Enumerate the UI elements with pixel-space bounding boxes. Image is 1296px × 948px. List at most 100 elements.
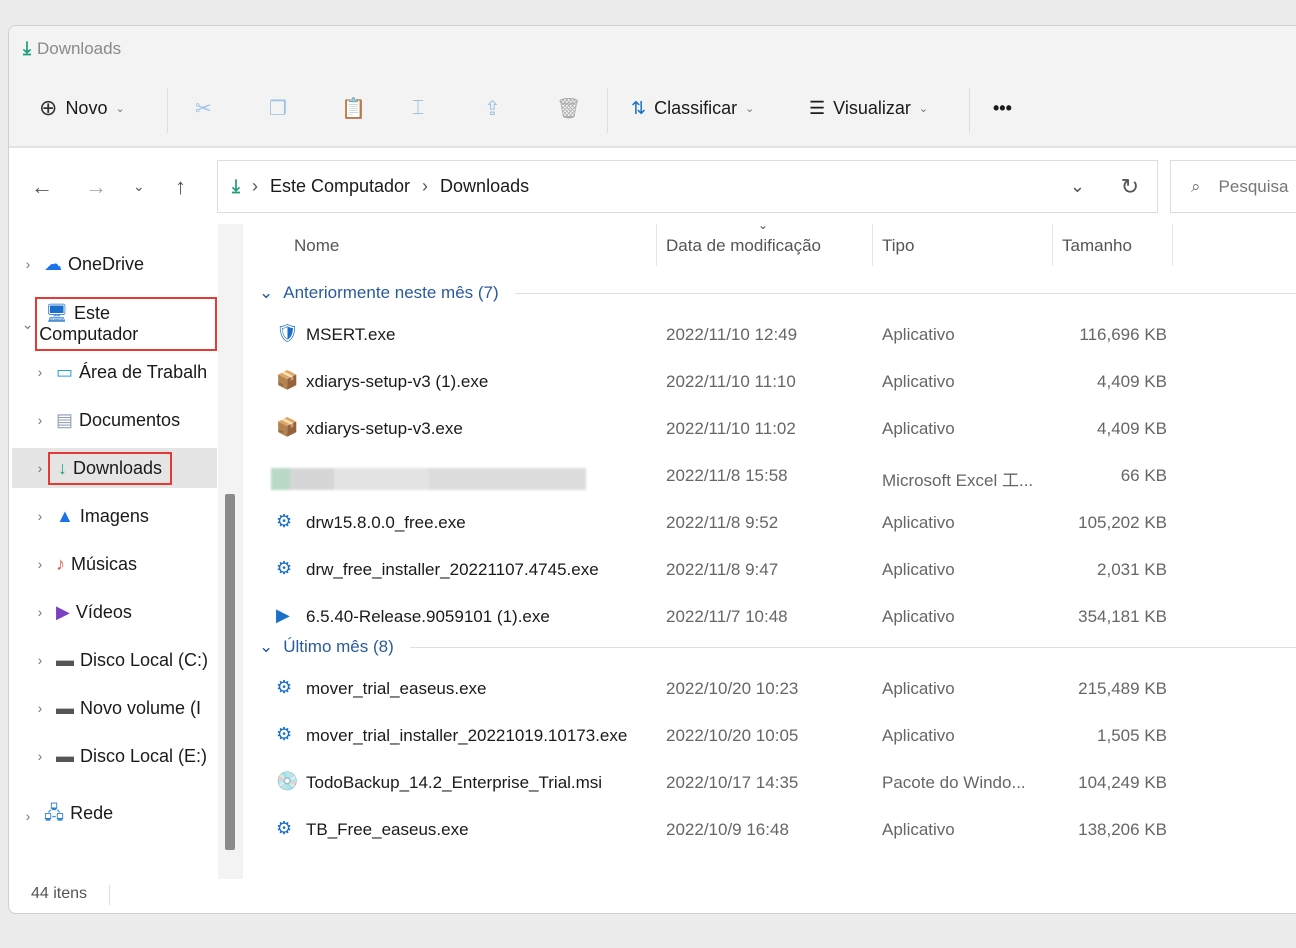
chevron-right-icon[interactable]: › bbox=[18, 808, 38, 824]
file-date: 2022/10/20 10:23 bbox=[666, 679, 799, 698]
chevron-down-icon: ⌄ bbox=[115, 102, 125, 115]
chevron-right-icon[interactable]: › bbox=[18, 256, 38, 272]
chevron-right-icon[interactable]: › bbox=[30, 748, 50, 764]
file-type: Aplicativo bbox=[882, 419, 955, 438]
file-row[interactable]: ⚙ drw15.8.0.0_free.exe 2022/11/8 9:52 Aplic… bbox=[246, 501, 1296, 545]
sidebar-item-onedrive[interactable]: › ☁ OneDrive bbox=[12, 244, 217, 284]
column-name[interactable]: Nome bbox=[294, 236, 339, 256]
paste-button[interactable]: 📋 bbox=[341, 86, 366, 130]
file-row[interactable]: ⚙ drw_free_installer_20221107.4745.exe 202… bbox=[246, 548, 1296, 592]
recent-chevron-icon[interactable]: ⌄ bbox=[133, 178, 145, 195]
sidebar-item-m-sicas[interactable]: › ♪ Músicas bbox=[12, 544, 217, 584]
new-label: Novo bbox=[65, 97, 108, 118]
sidebar-item-downloads[interactable]: › ↓ Downloads bbox=[12, 448, 217, 488]
copy-button[interactable]: ❐ bbox=[269, 86, 287, 130]
file-icon: ⚙ bbox=[276, 818, 293, 838]
file-date: 2022/11/8 9:52 bbox=[666, 513, 779, 532]
group-header[interactable]: ⌄ Anteriormente neste mês (7) bbox=[259, 278, 1296, 308]
forward-arrow-icon[interactable]: → bbox=[85, 174, 107, 200]
rename-icon: ⌶ bbox=[412, 96, 424, 119]
delete-button[interactable]: 🗑 bbox=[556, 86, 581, 130]
download-icon: ⤓ bbox=[232, 176, 240, 196]
chevron-right-icon[interactable]: › bbox=[30, 364, 50, 380]
more-button[interactable]: ••• bbox=[993, 86, 1012, 130]
divider bbox=[607, 88, 608, 133]
file-row[interactable]: ⚙ mover_trial_installer_20221019.10173.ex… bbox=[246, 714, 1296, 758]
sort-button[interactable]: ⇅ Classificar ⌄ bbox=[631, 86, 754, 130]
folder-icon: ▲ bbox=[56, 505, 74, 526]
file-date: 2022/10/17 14:35 bbox=[666, 773, 799, 792]
file-icon: ⚙ bbox=[276, 724, 293, 744]
copy-icon: ❐ bbox=[269, 97, 287, 120]
back-arrow-icon[interactable]: ← bbox=[31, 174, 53, 200]
refresh-icon[interactable]: ↻ bbox=[1121, 174, 1139, 200]
sidebar-item-label: Imagens bbox=[79, 505, 149, 526]
item-count: 44 itens bbox=[31, 885, 88, 902]
view-button[interactable]: ☰ Visualizar ⌄ bbox=[809, 86, 928, 130]
search-input[interactable]: ⌕ Pesquisa bbox=[1170, 160, 1296, 213]
file-size: 104,249 KB bbox=[1078, 773, 1167, 792]
file-icon: ⚙ bbox=[276, 677, 293, 697]
folder-icon: 🖧 bbox=[44, 803, 65, 823]
file-row[interactable]: 💿 TodoBackup_14.2_Enterprise_Trial.msi 202… bbox=[246, 761, 1296, 805]
sidebar-item-v-deos[interactable]: › ▶ Vídeos bbox=[12, 592, 217, 632]
file-row[interactable]: 📦 xdiarys-setup-v3 (1).exe 2022/11/10 11:1… bbox=[246, 360, 1296, 404]
breadcrumb-este-computador[interactable]: Este Computador bbox=[270, 176, 410, 197]
sidebar-scrollbar[interactable] bbox=[218, 224, 243, 879]
sort-label: Classificar bbox=[654, 97, 738, 118]
sidebar-item-disco-local-e-[interactable]: › ▬ Disco Local (E:) bbox=[12, 736, 217, 776]
group-header[interactable]: ⌄ Último mês (8) bbox=[259, 632, 1296, 662]
file-row[interactable]: 🛡 MSERT.exe 2022/11/10 12:49 Aplicativo 116,… bbox=[246, 313, 1296, 357]
sidebar-item-documentos[interactable]: › ▤ Documentos bbox=[12, 400, 217, 440]
sidebar-item-imagens[interactable]: › ▲ Imagens bbox=[12, 496, 217, 536]
file-size: 138,206 KB bbox=[1078, 820, 1167, 839]
chevron-right-icon[interactable]: › bbox=[30, 508, 50, 524]
column-size[interactable]: Tamanho bbox=[1062, 236, 1132, 256]
file-row[interactable]: 📦 xdiarys-setup-v3.exe 2022/11/10 11:02 Apl… bbox=[246, 407, 1296, 451]
new-button[interactable]: ⊕ Novo ⌄ bbox=[39, 86, 125, 130]
column-type[interactable]: Tipo bbox=[882, 236, 914, 256]
up-arrow-icon[interactable]: ↑ bbox=[175, 174, 186, 200]
file-row[interactable]: ⚙ TB_Free_easeus.exe 2022/10/9 16:48 Aplica… bbox=[246, 808, 1296, 852]
search-placeholder: Pesquisa bbox=[1218, 176, 1289, 196]
file-name: drw_free_installer_20221107.4745.exe bbox=[306, 560, 599, 579]
sidebar-item--rea-de-trabalh[interactable]: › ▭ Área de Trabalh bbox=[12, 352, 217, 392]
blurred-filename bbox=[271, 468, 586, 490]
chevron-right-icon[interactable]: › bbox=[30, 700, 50, 716]
chevron-right-icon[interactable]: › bbox=[30, 412, 50, 428]
chevron-down-icon[interactable]: ⌄ bbox=[1070, 176, 1085, 197]
file-name: MSERT.exe bbox=[306, 325, 396, 344]
sidebar-item-rede[interactable]: › 🖧 Rede bbox=[12, 796, 217, 836]
file-name: xdiarys-setup-v3 (1).exe bbox=[306, 372, 489, 391]
sidebar-item-label: OneDrive bbox=[68, 253, 145, 274]
scrollbar-thumb[interactable] bbox=[225, 494, 235, 850]
sidebar-item-este-computador[interactable]: ⌄ 🖥 Este Computador bbox=[12, 297, 217, 351]
file-date: 2022/11/10 11:02 bbox=[666, 419, 796, 438]
rename-button[interactable]: ⌶ bbox=[412, 86, 424, 130]
file-row[interactable]: ⚙ mover_trial_easeus.exe 2022/10/20 10:23 A… bbox=[246, 667, 1296, 711]
file-icon: 📦 bbox=[276, 417, 299, 437]
file-name: TodoBackup_14.2_Enterprise_Trial.msi bbox=[306, 773, 603, 792]
column-headers: Nome ⌄ Data de modificação Tipo Tamanho bbox=[246, 218, 1296, 266]
plus-circle-icon: ⊕ bbox=[39, 95, 58, 120]
cut-button[interactable]: ✂ bbox=[195, 86, 212, 130]
file-name: drw15.8.0.0_free.exe bbox=[306, 513, 466, 532]
view-lines-icon: ☰ bbox=[809, 97, 826, 118]
column-date[interactable]: Data de modificação bbox=[666, 236, 821, 256]
share-button[interactable]: ⇪ bbox=[484, 86, 501, 130]
breadcrumb-downloads[interactable]: Downloads bbox=[440, 176, 529, 197]
address-bar[interactable]: ⤓ › Este Computador › Downloads ⌄ ↻ bbox=[217, 160, 1158, 213]
file-row[interactable]: 2022/11/8 15:58 Microsoft Excel 工... 66 KB bbox=[246, 454, 1296, 498]
chevron-right-icon[interactable]: › bbox=[30, 556, 50, 572]
chevron-right-icon[interactable]: › bbox=[30, 652, 50, 668]
file-icon: 💿 bbox=[276, 771, 299, 791]
share-icon: ⇪ bbox=[484, 97, 501, 120]
chevron-right-icon[interactable]: › bbox=[30, 460, 50, 476]
chevron-right-icon[interactable]: › bbox=[30, 604, 50, 620]
divider bbox=[969, 88, 970, 133]
folder-icon: ♪ bbox=[56, 553, 65, 574]
file-type: Aplicativo bbox=[882, 820, 955, 839]
sidebar-item-disco-local-c-[interactable]: › ▬ Disco Local (C:) bbox=[12, 640, 217, 680]
file-name: mover_trial_installer_20221019.10173.exe bbox=[306, 726, 628, 745]
sidebar-item-novo-volume-i[interactable]: › ▬ Novo volume (I bbox=[12, 688, 217, 728]
